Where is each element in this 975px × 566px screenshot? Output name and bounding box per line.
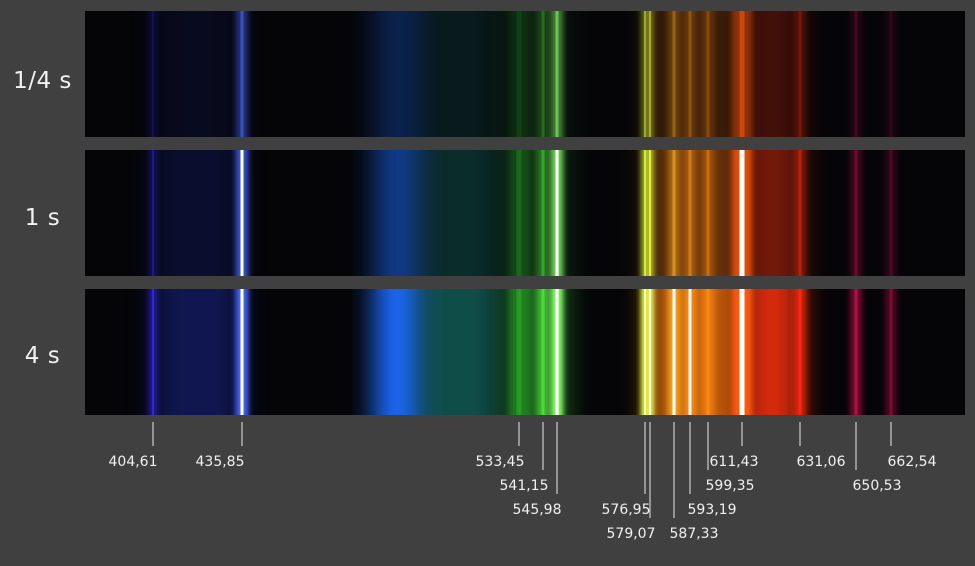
emission-line xyxy=(739,289,745,415)
emission-band xyxy=(155,289,240,415)
emission-band xyxy=(375,11,420,137)
emission-line xyxy=(688,11,692,137)
emission-line xyxy=(240,150,244,276)
emission-band xyxy=(745,289,800,415)
emission-line xyxy=(152,150,154,276)
emission-line xyxy=(854,289,858,415)
emission-line xyxy=(889,11,893,137)
emission-band xyxy=(420,289,500,415)
wavelength-label: 650,53 xyxy=(853,478,902,494)
emission-line xyxy=(672,150,676,276)
emission-line xyxy=(644,150,646,276)
emission-line xyxy=(541,150,545,276)
emission-line xyxy=(672,11,676,137)
emission-line xyxy=(706,150,710,276)
emission-band xyxy=(155,11,240,137)
wavelength-scale: 404,61 435,85 533,45 541,15 545,98 576,95 579,… xyxy=(109,422,937,542)
emission-line xyxy=(706,11,710,137)
emission-line xyxy=(555,150,559,276)
emission-line xyxy=(706,289,710,415)
emission-line xyxy=(798,289,802,415)
emission-line xyxy=(555,11,559,137)
emission-line xyxy=(649,150,651,276)
exposure-label-one-second: 1 s xyxy=(24,205,61,231)
wavelength-label: 533,45 xyxy=(476,454,525,470)
emission-line xyxy=(649,11,651,137)
wavelength-label: 599,35 xyxy=(706,478,755,494)
spectrum-strip-one-second xyxy=(85,150,965,276)
spectrum-image xyxy=(149,150,897,276)
emission-band xyxy=(375,150,420,276)
wavelength-label: 435,85 xyxy=(196,454,245,470)
emission-line xyxy=(644,11,646,137)
emission-band xyxy=(375,289,420,415)
emission-line xyxy=(240,289,244,415)
wavelength-label: 404,61 xyxy=(109,454,158,470)
emission-line xyxy=(516,289,522,415)
emission-line xyxy=(516,150,522,276)
emission-line xyxy=(739,150,745,276)
emission-line xyxy=(688,289,692,415)
emission-line xyxy=(516,11,522,137)
emission-line xyxy=(541,289,545,415)
emission-line xyxy=(152,11,154,137)
emission-line xyxy=(240,11,244,137)
wavelength-label: 611,43 xyxy=(710,454,759,470)
emission-line xyxy=(152,289,154,415)
emission-line xyxy=(672,289,676,415)
wavelength-label: 587,33 xyxy=(670,526,719,542)
emission-line xyxy=(688,150,692,276)
wavelength-label: 541,15 xyxy=(500,478,549,494)
wavelength-label: 579,07 xyxy=(607,526,656,542)
emission-line xyxy=(555,289,559,415)
spectrum-image xyxy=(149,11,897,137)
emission-line xyxy=(739,11,745,137)
spectrum-strip-four-seconds xyxy=(85,289,965,415)
emission-line xyxy=(798,11,802,137)
exposure-label-four-seconds: 4 s xyxy=(24,343,61,369)
wavelength-label: 576,95 xyxy=(602,502,651,518)
wavelength-label: 662,54 xyxy=(888,454,937,470)
emission-line xyxy=(889,150,893,276)
wavelength-label: 545,98 xyxy=(513,502,562,518)
emission-band xyxy=(155,150,240,276)
spectrum-strip-quarter-second xyxy=(85,11,965,137)
wavelength-label: 631,06 xyxy=(797,454,846,470)
wavelength-label: 593,19 xyxy=(688,502,737,518)
spectrum-image xyxy=(149,289,897,415)
emission-line xyxy=(854,11,858,137)
emission-band xyxy=(745,11,800,137)
emission-band xyxy=(420,150,500,276)
emission-band xyxy=(420,11,500,137)
emission-line xyxy=(854,150,858,276)
emission-line xyxy=(798,150,802,276)
emission-band xyxy=(745,150,800,276)
emission-line xyxy=(889,289,893,415)
emission-line xyxy=(649,289,651,415)
exposure-label-quarter-second: 1/4 s xyxy=(13,68,72,94)
emission-line xyxy=(644,289,646,415)
emission-line xyxy=(541,11,545,137)
